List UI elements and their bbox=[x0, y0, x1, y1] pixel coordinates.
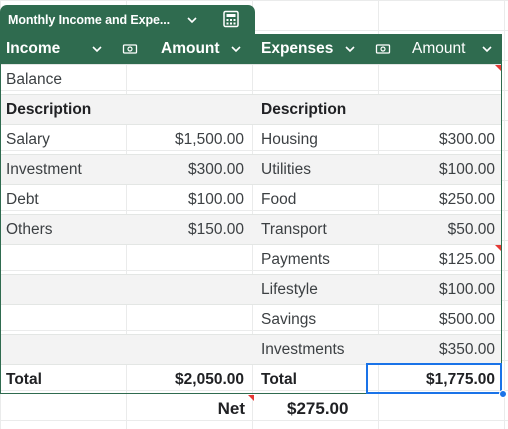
chevron-down-icon[interactable] bbox=[89, 41, 105, 57]
chevron-down-icon[interactable] bbox=[342, 41, 358, 57]
net-value[interactable]: $275.00 bbox=[287, 394, 348, 424]
comment-marker-icon[interactable] bbox=[495, 65, 501, 71]
table-border bbox=[0, 64, 502, 394]
chevron-down-icon[interactable] bbox=[479, 41, 495, 57]
comment-marker-icon[interactable] bbox=[495, 245, 501, 251]
money-chip-icon bbox=[122, 41, 138, 57]
fill-handle[interactable] bbox=[499, 390, 507, 398]
comment-marker-icon[interactable] bbox=[248, 395, 254, 401]
income-amount-column-header[interactable]: Amount bbox=[161, 34, 220, 64]
net-label[interactable]: Net bbox=[160, 394, 245, 424]
table-name-tab[interactable]: Monthly Income and Expe... bbox=[0, 5, 255, 34]
expenses-column-header[interactable]: Expenses bbox=[261, 34, 333, 64]
calculator-icon[interactable] bbox=[222, 10, 240, 28]
money-chip-icon bbox=[375, 41, 391, 57]
expenses-amount-column-header[interactable]: Amount bbox=[412, 34, 465, 64]
income-column-header[interactable]: Income bbox=[6, 34, 60, 64]
table-name[interactable]: Monthly Income and Expe... bbox=[8, 13, 170, 27]
chevron-down-icon[interactable] bbox=[184, 12, 200, 28]
table-header-row: Income Amount Expenses Amount bbox=[0, 34, 502, 64]
selected-cell-outline[interactable] bbox=[366, 363, 502, 394]
chevron-down-icon[interactable] bbox=[228, 41, 244, 57]
